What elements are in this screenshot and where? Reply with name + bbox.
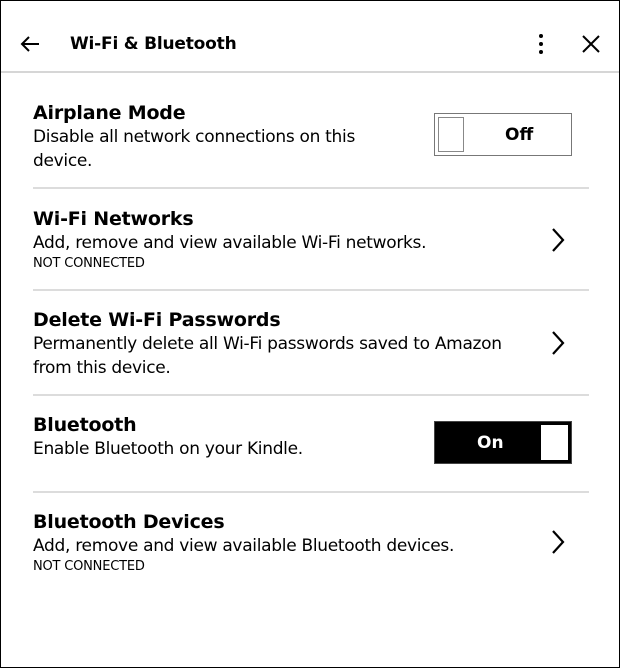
setting-title: Delete Wi-Fi Passwords <box>33 309 281 331</box>
page-title: Wi-Fi & Bluetooth <box>70 34 237 54</box>
setting-title: Wi-Fi Networks <box>33 208 194 230</box>
setting-delete-wifi-passwords[interactable]: Delete Wi-Fi Passwords Permanently delet… <box>33 308 589 380</box>
setting-title: Bluetooth Devices <box>33 511 225 533</box>
divider <box>33 491 589 493</box>
chevron-right-icon[interactable] <box>549 529 567 555</box>
setting-bluetooth-devices[interactable]: Bluetooth Devices Add, remove and view a… <box>33 510 589 576</box>
vertical-dots-icon[interactable] <box>529 32 553 56</box>
setting-description: Add, remove and view available Wi-Fi net… <box>33 233 427 253</box>
divider <box>33 394 589 396</box>
header-bar: Wi-Fi & Bluetooth <box>1 1 619 73</box>
setting-description: from this device. <box>33 358 171 378</box>
toggle-knob <box>438 117 464 152</box>
setting-description: Permanently delete all Wi-Fi passwords s… <box>33 334 502 354</box>
toggle-knob <box>541 425 568 460</box>
toggle-state-label: Off <box>505 125 534 145</box>
arrow-left-icon[interactable] <box>19 32 43 56</box>
setting-description: Add, remove and view available Bluetooth… <box>33 536 455 556</box>
divider <box>33 289 589 291</box>
close-x-icon[interactable] <box>579 32 603 56</box>
bluetooth-toggle[interactable]: On <box>434 421 572 464</box>
setting-wifi-networks[interactable]: Wi-Fi Networks Add, remove and view avai… <box>33 207 589 273</box>
toggle-state-label: On <box>477 433 504 453</box>
chevron-right-icon[interactable] <box>549 330 567 356</box>
airplane-mode-toggle[interactable]: Off <box>434 113 572 156</box>
chevron-right-icon[interactable] <box>549 227 567 253</box>
connection-status: NOT CONNECTED <box>33 559 145 574</box>
divider <box>33 187 589 189</box>
wifi-bluetooth-settings-screen: Wi-Fi & Bluetooth Airplane Mode Disable … <box>0 0 620 668</box>
connection-status: NOT CONNECTED <box>33 256 145 271</box>
